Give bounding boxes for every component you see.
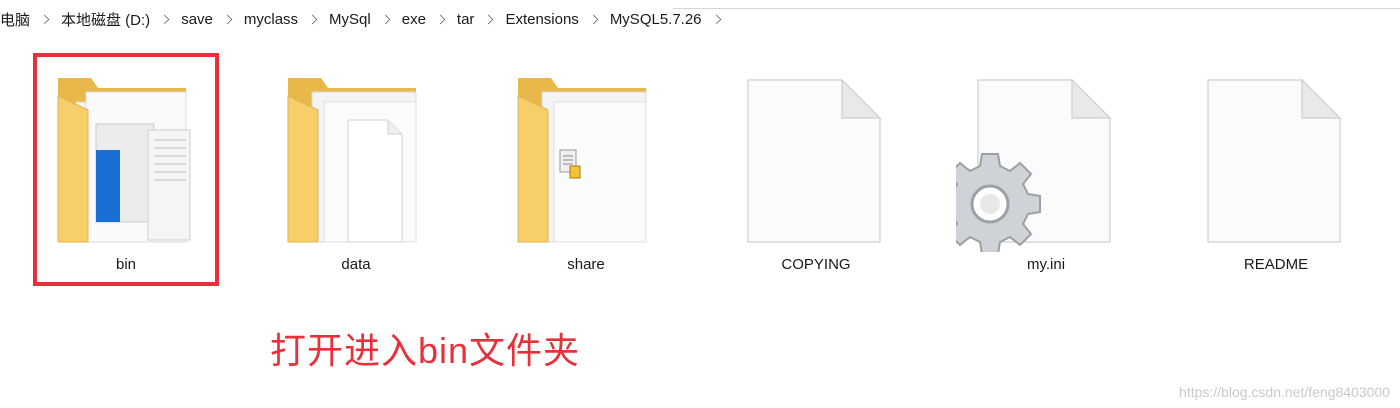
file-icon [1186, 66, 1366, 252]
folder-item-data[interactable]: data [266, 50, 446, 290]
chevron-right-icon[interactable] [39, 14, 50, 24]
folder-icon [496, 66, 676, 252]
chevron-right-icon[interactable] [222, 14, 233, 24]
breadcrumb-item-exe[interactable]: exe [402, 11, 457, 28]
file-item-my-ini[interactable]: my.ini [939, 50, 1136, 290]
chevron-right-icon[interactable] [307, 14, 318, 24]
breadcrumb-item-mysql[interactable]: MySql [329, 11, 402, 28]
file-name-label: data [341, 256, 371, 273]
file-name-label: my.ini [1026, 256, 1066, 273]
file-name-label: README [1243, 256, 1309, 273]
chevron-right-icon[interactable] [435, 14, 446, 24]
breadcrumb-item-mysql5726[interactable]: MySQL5.7.26 [610, 11, 733, 28]
annotation-text: 打开进入bin文件夹 [270, 330, 581, 371]
breadcrumb-item-myclass[interactable]: myclass [244, 11, 329, 28]
chevron-right-icon[interactable] [484, 14, 494, 24]
chevron-right-icon[interactable] [588, 14, 599, 24]
folder-item-share[interactable]: share [496, 50, 676, 290]
folder-icon [266, 66, 446, 252]
file-item-readme[interactable]: README [1186, 50, 1366, 290]
highlight-box [33, 53, 219, 286]
breadcrumb: 电脑 本地磁盘 (D:) save myclass MySql exe tar … [0, 0, 1400, 38]
chevron-right-icon[interactable] [159, 14, 170, 24]
breadcrumb-item-drive-d[interactable]: 本地磁盘 (D:) [61, 9, 181, 30]
file-name-label: COPYING [781, 256, 851, 273]
file-name-label: share [567, 256, 605, 273]
chevron-right-icon[interactable] [380, 14, 391, 24]
breadcrumb-item-save[interactable]: save [181, 11, 244, 28]
watermark: https://blog.csdn.net/feng8403000 [1179, 384, 1390, 400]
file-icon [726, 66, 906, 252]
chevron-right-icon[interactable] [711, 14, 721, 24]
breadcrumb-item-tar[interactable]: tar [457, 11, 506, 28]
breadcrumb-item-extensions[interactable]: Extensions [505, 11, 609, 28]
settings-file-icon [939, 66, 1136, 255]
address-bar-border [673, 8, 1400, 9]
file-item-copying[interactable]: COPYING [726, 50, 906, 290]
breadcrumb-item-pc[interactable]: 电脑 [0, 9, 61, 30]
